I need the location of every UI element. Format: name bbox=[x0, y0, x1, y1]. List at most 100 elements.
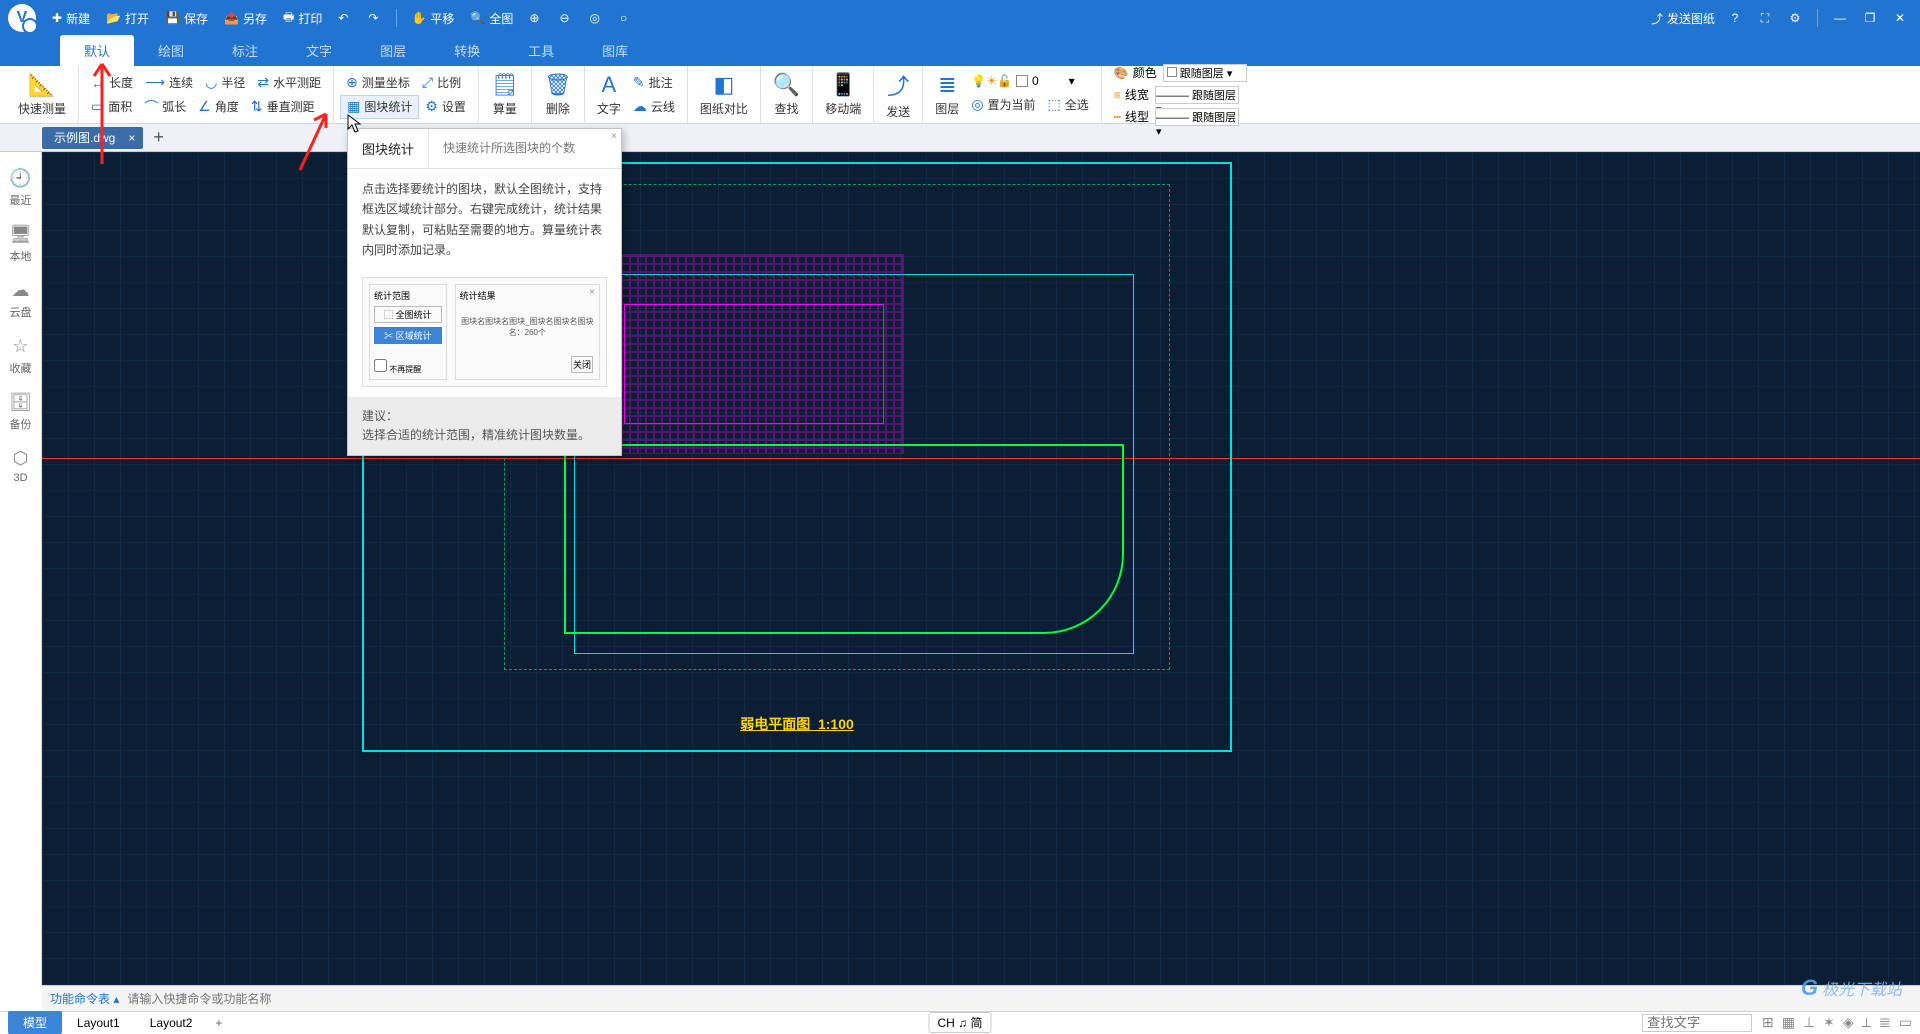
osnap-icon[interactable]: ◈ bbox=[1843, 1014, 1854, 1031]
ribbon-mobile[interactable]: 📱移动端 bbox=[819, 70, 867, 119]
bulb-icon[interactable]: 💡 bbox=[971, 74, 986, 88]
sidebar-local[interactable]: 🖥本地 bbox=[0, 216, 41, 272]
menu-tab-tools[interactable]: 工具 bbox=[504, 35, 578, 66]
angle-icon: ∠ bbox=[198, 98, 211, 115]
ribbon-delete[interactable]: 🗑删除 bbox=[538, 70, 578, 119]
sidebar-fav[interactable]: ☆收藏 bbox=[0, 328, 41, 384]
sidebar-backup[interactable]: 🗄备份 bbox=[0, 384, 41, 440]
ribbon-cloud[interactable]: ☁云线 bbox=[627, 94, 681, 118]
status-tab-model[interactable]: 模型 bbox=[8, 1011, 62, 1034]
ribbon-send[interactable]: ⤴发送 bbox=[880, 67, 916, 122]
ribbon-calc[interactable]: 🗒算量 bbox=[485, 70, 525, 119]
ribbon-radius[interactable]: ◡半径 bbox=[199, 71, 251, 95]
titlebar-new[interactable]: ✚新建 bbox=[44, 0, 98, 36]
help-button[interactable]: ? bbox=[1723, 6, 1747, 30]
ribbon-compare[interactable]: ◧图纸对比 bbox=[694, 70, 754, 119]
grid-icon[interactable]: ▦ bbox=[1782, 1014, 1795, 1031]
titlebar-zoom-in[interactable]: ⊕ bbox=[521, 0, 551, 36]
zoom-in-icon: ⊕ bbox=[529, 11, 539, 25]
ribbon-scale[interactable]: ⤢比例 bbox=[416, 71, 467, 95]
file-tab-close[interactable]: × bbox=[128, 131, 135, 145]
dyn-icon[interactable]: ▭ bbox=[1899, 1014, 1912, 1031]
close-button[interactable]: ✕ bbox=[1888, 6, 1912, 30]
titlebar-zoom-out[interactable]: ⊖ bbox=[551, 0, 581, 36]
menu-tab-text[interactable]: 文字 bbox=[282, 35, 356, 66]
ribbon-continuous[interactable]: ⟶连续 bbox=[139, 71, 199, 95]
file-tab-add[interactable]: + bbox=[153, 127, 164, 148]
titlebar-open[interactable]: 📂打开 bbox=[98, 0, 157, 36]
minimize-button[interactable]: — bbox=[1828, 6, 1852, 30]
ribbon-settings[interactable]: ⚙设置 bbox=[419, 95, 472, 119]
continuous-icon: ⟶ bbox=[145, 74, 165, 91]
maximize-button[interactable]: ❐ bbox=[1858, 6, 1882, 30]
titlebar-send-drawing[interactable]: ⤴发送图纸 bbox=[1643, 0, 1723, 36]
menu-tab-draw[interactable]: 绘图 bbox=[134, 35, 208, 66]
ribbon-layer[interactable]: ≣图层 bbox=[929, 70, 965, 119]
ribbon-select-all[interactable]: ⬚全选 bbox=[1042, 92, 1095, 116]
menu-tab-layer[interactable]: 图层 bbox=[356, 35, 430, 66]
titlebar-zoom-prev[interactable]: ○ bbox=[612, 0, 639, 36]
titlebar-saveas[interactable]: 📤另存 bbox=[216, 0, 275, 36]
separator bbox=[396, 9, 397, 27]
coord-icon: ⊕ bbox=[346, 74, 358, 91]
menu-tabs: 默认 绘图 标注 文字 图层 转换 工具 图库 bbox=[0, 36, 1920, 66]
titlebar-print[interactable]: 🖶打印 bbox=[275, 0, 330, 36]
command-label[interactable]: 功能命令表 ▴ bbox=[50, 990, 119, 1007]
search-icon: 🔍 bbox=[773, 72, 800, 98]
sidebar-cloud[interactable]: ☁云盘 bbox=[0, 272, 41, 328]
titlebar-zoom-window[interactable]: ◎ bbox=[582, 0, 612, 36]
settings-button[interactable]: ⚙ bbox=[1783, 6, 1807, 30]
ribbon-hdist[interactable]: ⇄水平测距 bbox=[251, 71, 327, 95]
prop-color[interactable]: 🎨颜色跟随图层 ▾ bbox=[1108, 62, 1253, 84]
menu-tab-library[interactable]: 图库 bbox=[578, 35, 652, 66]
calculator-icon: 🗒 bbox=[491, 72, 519, 98]
sun-icon[interactable]: ☀ bbox=[986, 74, 997, 88]
layer-color-swatch[interactable] bbox=[1016, 75, 1028, 87]
ime-indicator[interactable]: CH ♫ 简 bbox=[928, 1012, 991, 1033]
sidebar-3d[interactable]: ⬡3D bbox=[0, 440, 41, 492]
app-logo-icon[interactable]: V bbox=[8, 4, 36, 32]
layer-name: 0 bbox=[1032, 74, 1039, 88]
ribbon-annotate[interactable]: ✎批注 bbox=[627, 70, 681, 94]
ribbon-quick-measure[interactable]: 📐 快速测量 bbox=[12, 70, 72, 119]
prop-lineweight[interactable]: ≡线宽——— 跟随图层 ▾ bbox=[1108, 84, 1253, 106]
ribbon-coord[interactable]: ⊕测量坐标 bbox=[340, 71, 416, 95]
status-search-input[interactable] bbox=[1642, 1014, 1752, 1032]
snap-icon[interactable]: ⊞ bbox=[1762, 1014, 1774, 1031]
ribbon-find[interactable]: 🔍查找 bbox=[767, 70, 806, 119]
lw-select[interactable]: ——— 跟随图层 ▾ bbox=[1155, 86, 1239, 104]
zoom-win-icon: ◎ bbox=[590, 11, 600, 25]
preview-checkbox bbox=[374, 359, 387, 372]
prop-linetype[interactable]: ┅线型——— 跟随图层 ▾ bbox=[1108, 106, 1253, 128]
titlebar-pan[interactable]: ✋平移 bbox=[403, 0, 462, 36]
otrack-icon[interactable]: ⟂ bbox=[1862, 1014, 1871, 1031]
status-tab-layout1[interactable]: Layout1 bbox=[62, 1013, 135, 1033]
lt-select[interactable]: ——— 跟随图层 ▾ bbox=[1155, 108, 1239, 126]
status-tab-layout2[interactable]: Layout2 bbox=[135, 1013, 208, 1033]
lock-icon[interactable]: 🔓 bbox=[997, 74, 1012, 88]
titlebar-undo[interactable]: ↶ bbox=[330, 0, 360, 36]
ribbon-set-current[interactable]: ◎置为当前 bbox=[965, 92, 1041, 116]
tooltip-subtitle: 快速统计所选图块的个数 bbox=[428, 129, 589, 168]
ribbon-text[interactable]: A文字 bbox=[591, 70, 627, 119]
ribbon-angle[interactable]: ∠角度 bbox=[192, 95, 245, 119]
lwt-icon[interactable]: ≣ bbox=[1879, 1014, 1891, 1031]
fullscreen-button[interactable]: ⛶ bbox=[1753, 6, 1777, 30]
ribbon-arc[interactable]: ⌒弧长 bbox=[138, 95, 192, 119]
color-select[interactable]: 跟随图层 ▾ bbox=[1163, 64, 1247, 82]
menu-tab-dimension[interactable]: 标注 bbox=[208, 35, 282, 66]
menu-tab-convert[interactable]: 转换 bbox=[430, 35, 504, 66]
preview-close-icon: × bbox=[611, 131, 617, 142]
titlebar-zoom-extents[interactable]: 🔍全图 bbox=[462, 0, 521, 36]
ortho-icon[interactable]: ⊥ bbox=[1803, 1014, 1815, 1031]
saveas-icon: 📤 bbox=[224, 11, 239, 25]
status-tab-add[interactable]: + bbox=[207, 1014, 230, 1032]
polar-icon[interactable]: ✶ bbox=[1823, 1014, 1835, 1031]
command-input[interactable] bbox=[127, 992, 1912, 1006]
dropdown-icon[interactable]: ▾ bbox=[1069, 74, 1075, 88]
titlebar-redo[interactable]: ↷ bbox=[360, 0, 390, 36]
sidebar-recent[interactable]: 🕘最近 bbox=[0, 160, 41, 216]
titlebar-save[interactable]: 💾保存 bbox=[157, 0, 216, 36]
gear-icon: ⚙ bbox=[1790, 11, 1801, 25]
drawing-canvas[interactable]: 弱电平面图 1:100 bbox=[42, 152, 1920, 985]
